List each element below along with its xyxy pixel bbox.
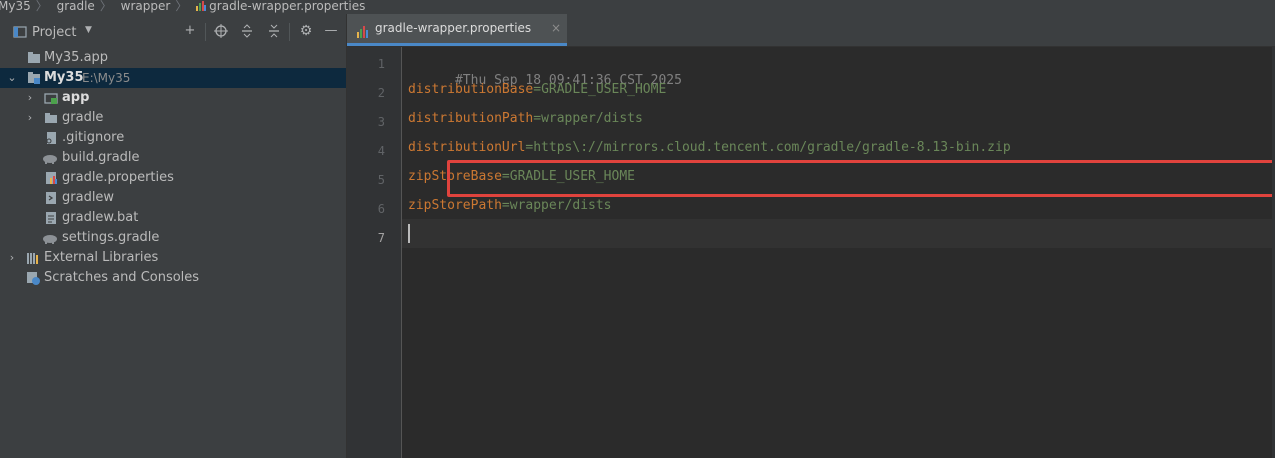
- tree-item-label: .gitignore: [62, 130, 125, 145]
- property-key: distributionBase: [408, 82, 534, 97]
- line-number: 5: [377, 173, 385, 187]
- equals-sign: =: [533, 82, 542, 97]
- project-panel-header: Project ▼ + ⚙ —: [0, 14, 346, 50]
- tree-item-label: Scratches and Consoles: [44, 270, 200, 285]
- breadcrumb-item-wrapper[interactable]: wrapper: [121, 0, 171, 13]
- tree-item-label: build.gradle: [62, 150, 140, 165]
- folder-icon: [44, 111, 58, 125]
- property-value: wrapper/dists: [541, 111, 643, 126]
- expand-all-icon[interactable]: [240, 24, 254, 38]
- tree-item-gradlew-bat[interactable]: gradlew.bat: [0, 208, 346, 228]
- toolbar-divider: [205, 23, 206, 41]
- tree-item-app[interactable]: › app: [0, 88, 346, 108]
- property-key: distributionPath: [408, 111, 534, 126]
- breadcrumb-item-file[interactable]: gradle-wrapper.properties: [209, 0, 365, 13]
- equals-sign: =: [533, 111, 542, 126]
- properties-file-icon: [44, 171, 58, 185]
- script-file-icon: [44, 191, 58, 205]
- properties-file-icon: [357, 23, 369, 38]
- tree-item-label: gradlew: [62, 190, 115, 205]
- code-line-2: distributionBase=GRADLE_USER_HOME: [408, 80, 666, 100]
- tree-item-label: gradlew.bat: [62, 210, 139, 225]
- breadcrumb-separator: 〉: [99, 0, 112, 13]
- tree-item-build-gradle[interactable]: build.gradle: [0, 148, 346, 168]
- text-caret: [408, 224, 410, 243]
- code-line-4: distributionUrl=https\://mirrors.cloud.t…: [408, 138, 1011, 158]
- chevron-right-icon[interactable]: ›: [6, 248, 18, 268]
- line-number: 4: [377, 144, 385, 158]
- project-path: E:\My35: [82, 71, 131, 85]
- tree-item-my35[interactable]: ⌄ My35 E:\My35: [0, 68, 346, 88]
- equals-sign: =: [501, 198, 510, 213]
- tree-item-label: My35: [44, 70, 84, 85]
- project-folder-icon: [27, 71, 41, 85]
- toolbar-divider: [289, 23, 290, 41]
- tree-item-scratches[interactable]: Scratches and Consoles: [0, 268, 346, 288]
- code-editor[interactable]: #Thu Sep 18 09:41:36 CST 2025 distributi…: [402, 47, 1275, 458]
- tree-item-label: External Libraries: [44, 250, 159, 265]
- project-panel: Project ▼ + ⚙ — My35.app ⌄ My35 E:\My35 …: [0, 14, 347, 458]
- line-number: 3: [377, 115, 385, 129]
- chevron-down-icon[interactable]: ⌄: [6, 68, 18, 88]
- tree-item-label: gradle.properties: [62, 170, 174, 185]
- breadcrumb-separator: 〉: [175, 0, 188, 13]
- tree-item-label: My35.app: [44, 50, 109, 65]
- chevron-right-icon[interactable]: ›: [24, 88, 36, 108]
- dropdown-arrow-icon[interactable]: ▼: [85, 25, 92, 35]
- minimize-icon[interactable]: —: [324, 24, 338, 38]
- tree-item-gradle-properties[interactable]: gradle.properties: [0, 168, 346, 188]
- tree-item-gitignore[interactable]: .gitignore: [0, 128, 346, 148]
- tree-item-label: gradle: [62, 110, 104, 125]
- line-number-gutter: 1 2 3 4 5 6 7: [347, 47, 402, 458]
- add-icon[interactable]: +: [183, 24, 197, 38]
- tree-item-my35-app[interactable]: My35.app: [0, 48, 346, 68]
- editor-tab-bar: gradle-wrapper.properties ×: [347, 14, 1275, 47]
- tree-item-gradlew[interactable]: gradlew: [0, 188, 346, 208]
- line-number: 6: [377, 202, 385, 216]
- code-line-1: #Thu Sep 18 09:41:36 CST 2025: [408, 51, 682, 88]
- breadcrumb: My35 〉 gradle 〉 wrapper 〉 gradle-wrapper.pr…: [0, 0, 1275, 14]
- breadcrumb-item-gradle[interactable]: gradle: [57, 0, 95, 13]
- tree-item-label: settings.gradle: [62, 230, 160, 245]
- property-value: wrapper/dists: [509, 198, 612, 213]
- tree-item-settings-gradle[interactable]: settings.gradle: [0, 228, 346, 248]
- collapse-all-icon[interactable]: [267, 24, 281, 38]
- gradle-elephant-icon: [42, 231, 57, 245]
- close-icon[interactable]: ×: [551, 21, 561, 35]
- gradle-elephant-icon: [42, 151, 57, 165]
- property-value: https\://mirrors.cloud.tencent.com/gradl…: [533, 140, 1011, 155]
- tree-item-label: app: [62, 90, 90, 105]
- project-view-icon: [13, 25, 27, 39]
- project-view-selector[interactable]: Project: [32, 25, 76, 40]
- chevron-right-icon[interactable]: ›: [24, 108, 36, 128]
- module-icon: [27, 51, 41, 65]
- scratches-icon: [26, 271, 40, 285]
- module-folder-icon: [44, 91, 58, 105]
- breadcrumb-item-project[interactable]: My35: [0, 0, 31, 13]
- libraries-icon: [26, 251, 40, 265]
- line-number: 7: [377, 231, 385, 245]
- property-key: zipStorePath: [408, 198, 502, 213]
- tab-gradle-wrapper-properties[interactable]: gradle-wrapper.properties ×: [347, 14, 567, 46]
- tab-label: gradle-wrapper.properties: [375, 21, 532, 35]
- text-file-icon: [44, 211, 58, 225]
- gear-icon[interactable]: ⚙: [299, 24, 313, 38]
- current-line-highlight: [402, 219, 1275, 248]
- line-number: 2: [377, 86, 385, 100]
- properties-file-icon: [196, 1, 207, 11]
- target-icon[interactable]: [214, 24, 228, 38]
- breadcrumb-separator: 〉: [35, 0, 48, 13]
- annotation-highlight-box: [447, 160, 1275, 197]
- editor-area: gradle-wrapper.properties × 1 2 3 4 5 6 …: [347, 14, 1275, 458]
- gitignore-icon: [44, 131, 58, 145]
- tree-item-gradle[interactable]: › gradle: [0, 108, 346, 128]
- property-key: distributionUrl: [408, 140, 526, 155]
- code-line-3: distributionPath=wrapper/dists: [408, 109, 643, 129]
- line-number: 1: [377, 57, 385, 71]
- tree-item-external-libraries[interactable]: › External Libraries: [0, 248, 346, 268]
- property-value: GRADLE_USER_HOME: [541, 82, 667, 97]
- code-line-6: zipStorePath=wrapper/dists: [408, 196, 612, 216]
